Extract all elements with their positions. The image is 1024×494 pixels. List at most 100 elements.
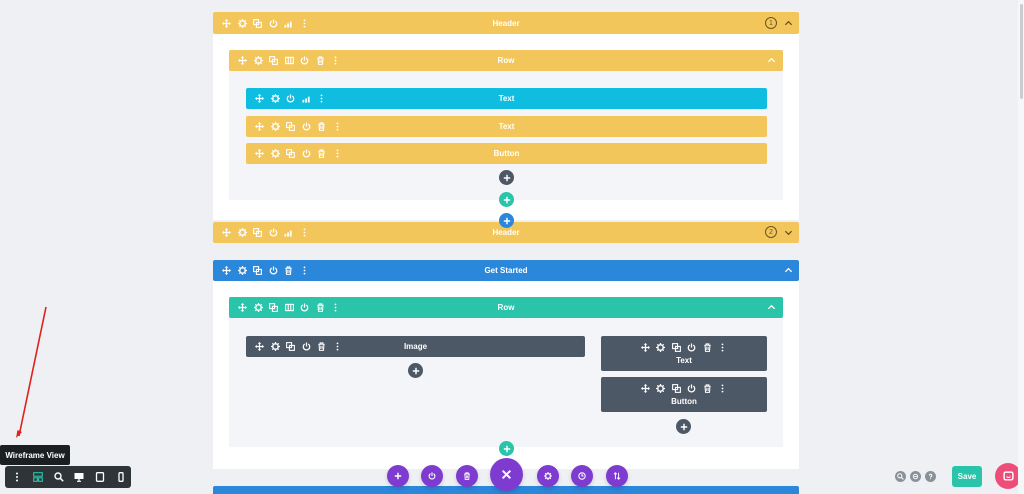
power-icon[interactable] — [299, 340, 315, 354]
save-button[interactable]: Save — [952, 466, 982, 487]
duplicate-icon[interactable] — [266, 301, 282, 315]
duplicate-icon[interactable] — [669, 381, 685, 395]
search-icon[interactable] — [895, 471, 906, 482]
add-module-button[interactable] — [499, 170, 514, 185]
move-icon[interactable] — [252, 340, 268, 354]
more-dots-icon[interactable] — [297, 264, 313, 278]
layers-icon[interactable] — [910, 471, 921, 482]
power-icon[interactable] — [297, 301, 313, 315]
more-dots-icon[interactable] — [330, 340, 346, 354]
power-icon[interactable] — [283, 92, 299, 106]
module-text-right[interactable]: Text — [601, 336, 767, 371]
more-dots-icon[interactable] — [297, 226, 313, 240]
duplicate-icon[interactable] — [283, 147, 299, 161]
more-dots-icon[interactable] — [715, 340, 731, 354]
settings-icon[interactable] — [251, 54, 267, 68]
scrollbar-thumb[interactable] — [1020, 4, 1023, 99]
add-module-button[interactable] — [408, 363, 423, 378]
delete-button[interactable] — [456, 465, 478, 487]
settings-icon[interactable] — [268, 340, 284, 354]
power-icon[interactable] — [299, 120, 315, 134]
stats-icon[interactable] — [299, 92, 315, 106]
trash-icon[interactable] — [700, 381, 716, 395]
power-icon[interactable] — [299, 147, 315, 161]
history-button[interactable] — [571, 465, 593, 487]
chevron-up-icon[interactable] — [784, 19, 793, 28]
stats-icon[interactable] — [281, 226, 297, 240]
trash-icon[interactable] — [313, 54, 329, 68]
zoom-icon[interactable] — [48, 466, 69, 488]
move-icon[interactable] — [252, 120, 268, 134]
settings-icon[interactable] — [653, 381, 669, 395]
phone-icon[interactable] — [110, 466, 131, 488]
menu-icon[interactable] — [7, 466, 28, 488]
wireframe-icon[interactable] — [28, 466, 49, 488]
move-icon[interactable] — [638, 340, 654, 354]
trash-icon[interactable] — [313, 301, 329, 315]
row-1-bar[interactable]: Row — [229, 50, 783, 71]
move-icon[interactable] — [219, 264, 235, 278]
trash-icon[interactable] — [314, 340, 330, 354]
move-icon[interactable] — [252, 92, 268, 106]
power-icon[interactable] — [266, 226, 282, 240]
duplicate-icon[interactable] — [250, 16, 266, 30]
close-button[interactable] — [490, 458, 523, 491]
add-module-button[interactable] — [676, 419, 691, 434]
more-dots-icon[interactable] — [297, 16, 313, 30]
trash-icon[interactable] — [314, 120, 330, 134]
settings-icon[interactable] — [235, 226, 251, 240]
stats-icon[interactable] — [281, 16, 297, 30]
duplicate-icon[interactable] — [669, 340, 685, 354]
add-button[interactable] — [387, 465, 409, 487]
chevron-down-icon[interactable] — [784, 228, 793, 237]
module-button[interactable]: Button — [246, 143, 767, 164]
power-icon[interactable] — [266, 16, 282, 30]
row-2-bar[interactable]: Row — [229, 297, 783, 318]
duplicate-icon[interactable] — [283, 340, 299, 354]
settings-icon[interactable] — [268, 147, 284, 161]
add-row-button[interactable] — [499, 192, 514, 207]
trash-icon[interactable] — [700, 340, 716, 354]
settings-icon[interactable] — [268, 120, 284, 134]
module-text[interactable]: Text — [246, 116, 767, 137]
add-row-button[interactable] — [499, 441, 514, 456]
more-dots-icon[interactable] — [715, 381, 731, 395]
portability-button[interactable] — [606, 465, 628, 487]
move-icon[interactable] — [638, 381, 654, 395]
settings-button[interactable] — [537, 465, 559, 487]
duplicate-icon[interactable] — [250, 264, 266, 278]
more-dots-icon[interactable] — [328, 301, 344, 315]
move-icon[interactable] — [252, 147, 268, 161]
tablet-icon[interactable] — [90, 466, 111, 488]
power-icon[interactable] — [297, 54, 313, 68]
power-icon[interactable] — [684, 381, 700, 395]
duplicate-icon[interactable] — [266, 54, 282, 68]
chevron-up-icon[interactable] — [767, 56, 776, 65]
columns-icon[interactable] — [282, 301, 298, 315]
settings-icon[interactable] — [235, 264, 251, 278]
module-image[interactable]: Image — [246, 336, 585, 357]
section-get-started-bar[interactable]: Get Started — [213, 260, 799, 281]
settings-icon[interactable] — [235, 16, 251, 30]
duplicate-icon[interactable] — [283, 120, 299, 134]
add-section-button[interactable] — [499, 213, 514, 228]
more-dots-icon[interactable] — [330, 147, 346, 161]
more-dots-icon[interactable] — [330, 120, 346, 134]
columns-icon[interactable] — [282, 54, 298, 68]
trash-icon[interactable] — [314, 147, 330, 161]
module-button-right[interactable]: Button — [601, 377, 767, 412]
desktop-icon[interactable] — [69, 466, 90, 488]
move-icon[interactable] — [219, 226, 235, 240]
module-text-active[interactable]: Text — [246, 88, 767, 109]
power-button[interactable] — [421, 465, 443, 487]
chevron-up-icon[interactable] — [767, 303, 776, 312]
settings-icon[interactable] — [268, 92, 284, 106]
more-dots-icon[interactable] — [328, 54, 344, 68]
more-dots-icon[interactable] — [314, 92, 330, 106]
move-icon[interactable] — [219, 16, 235, 30]
power-icon[interactable] — [684, 340, 700, 354]
power-icon[interactable] — [266, 264, 282, 278]
trash-icon[interactable] — [281, 264, 297, 278]
chevron-up-icon[interactable] — [784, 266, 793, 275]
settings-icon[interactable] — [653, 340, 669, 354]
